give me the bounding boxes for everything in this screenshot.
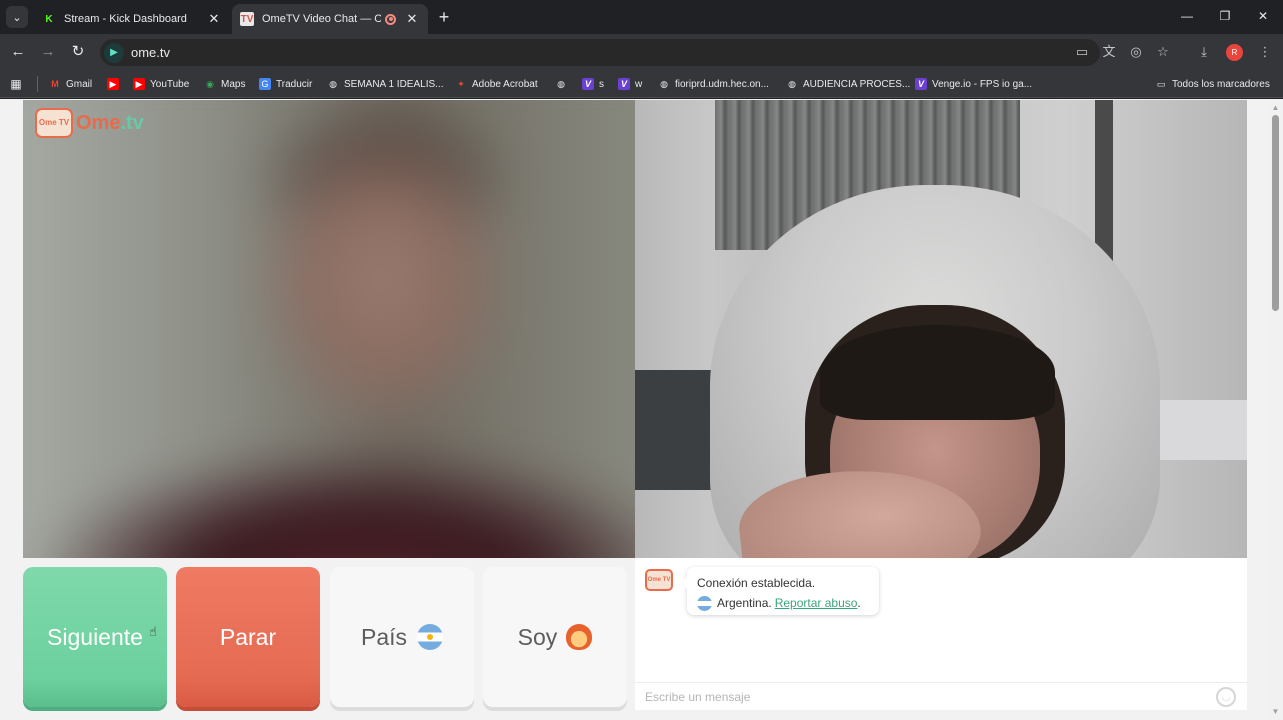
emoji-smile-icon[interactable]: ◡ [1216,687,1236,707]
country-row: Argentina. Reportar abuso . [697,593,869,613]
back-arrow-icon[interactable]: ← [8,42,28,62]
ometv-wordmark: Ome.tv [76,111,144,134]
chat-panel: Ome TV Conexión establecida. Argentina. … [635,558,1247,710]
ometv-logo[interactable]: Ome TV Ome.tv [35,108,144,138]
connection-status-text: Conexión establecida. [697,576,816,590]
country-name: Argentina. [717,596,772,610]
tab-kick-dashboard[interactable]: K Stream - Kick Dashboard ✕ [34,4,230,34]
page-viewport: Ome TV Ome.tv Siguiente ☝ Parar País Soy… [0,99,1283,720]
scroll-up-icon[interactable]: ▲ [1271,103,1280,112]
next-button[interactable]: Siguiente [23,567,167,707]
gender-button[interactable]: Soy [483,567,627,707]
argentina-flag-icon [697,595,712,611]
scroll-down-icon[interactable]: ▼ [1271,707,1280,716]
bookmark-semana[interactable]: ◍ SEMANA 1 IDEALIS... [327,75,443,93]
minimize-icon[interactable]: — [1169,6,1205,26]
bookmark-traducir[interactable]: G Traducir [259,75,312,93]
bookmark-gmail[interactable]: M Gmail [49,75,92,93]
tab-bar: ⌄ K Stream - Kick Dashboard ✕ TV OmeTV V… [0,0,1283,34]
eye-off-icon[interactable]: ◎ [1126,42,1146,62]
tab-title: OmeTV Video Chat — Ome [262,13,381,25]
venge-icon: V [618,78,630,90]
bookmark-audiencia[interactable]: ◍ AUDIENCIA PROCES... [786,75,910,93]
bookmark-venge[interactable]: V Venge.io - FPS io ga... [915,75,1032,93]
ometv-chat-avatar-icon: Ome TV [645,569,673,591]
report-suffix: . [857,596,861,610]
maps-pin-icon: ◉ [206,78,214,89]
browser-toolbar: ← → ↻ ▶ ome.tv ▭ 文 ◎ ☆ ⤓ R ⋮ [0,34,1283,70]
stranger-video: Ome TV Ome.tv [23,100,635,558]
bookmark-adobe-acrobat[interactable]: ✦ Adobe Acrobat [455,75,537,93]
country-button[interactable]: País [330,567,474,707]
hand-cursor-icon: ☝ [149,624,157,639]
scrollbar-thumb[interactable] [1272,115,1279,311]
address-bar[interactable]: ▶ ome.tv [100,39,1100,66]
bookmark-globe[interactable]: ◍ [555,75,572,93]
youtube-icon: ▶ [133,78,145,90]
apps-grid-icon[interactable]: ▦ [10,75,27,93]
page-scrollbar[interactable]: ▲ ▼ [1268,99,1283,720]
camera-site-icon[interactable]: ▶ [104,42,124,63]
profile-avatar[interactable]: R [1226,44,1243,61]
bookmark-w[interactable]: Vw [618,75,642,93]
ometv-logo-icon: Ome TV [35,108,73,138]
bookmarks-bar: ▦ M Gmail ▶ ▶ YouTube ◉ Maps G Traducir ◍ SEM… [0,70,1283,98]
tab-title: Stream - Kick Dashboard [64,13,187,25]
self-camera-video [635,100,1247,558]
bookmark-s[interactable]: Vs [582,75,604,93]
bookmark-fioriprd[interactable]: ◍ fioriprd.udm.hec.on... [658,75,769,93]
close-tab-icon[interactable]: ✕ [206,11,222,27]
all-bookmarks-folder[interactable]: ▭ Todos los marcadores [1155,75,1270,93]
reload-icon[interactable]: ↻ [68,42,88,62]
translate-icon[interactable]: 文 [1099,42,1119,62]
person-bangs [820,325,1055,420]
window-close-icon[interactable]: ✕ [1245,6,1281,26]
globe-icon: ◍ [660,78,668,89]
gmail-icon: M [51,79,59,89]
stop-button[interactable]: Parar [176,567,320,707]
new-tab-plus-icon[interactable]: + [434,7,454,27]
bookmark-youtube[interactable]: ▶ YouTube [133,75,189,93]
report-abuse-link[interactable]: Reportar abuso [775,593,858,613]
blurred-video-feed [23,100,635,558]
argentina-flag-icon [417,624,444,650]
girl-emoji-icon [566,624,593,650]
bookmarks-divider [37,76,38,92]
more-menu-icon[interactable]: ⋮ [1255,42,1275,62]
folder-icon: ▭ [1156,78,1166,89]
url-text[interactable]: ome.tv [131,45,170,60]
youtube-icon: ▶ [107,78,119,90]
bookmark-maps[interactable]: ◉ Maps [204,75,245,93]
globe-icon: ◍ [788,78,796,89]
download-icon[interactable]: ⤓ [1194,42,1214,62]
system-message: Conexión establecida. Argentina. Reporta… [681,567,879,615]
message-input[interactable] [645,689,1205,704]
forward-arrow-icon[interactable]: → [38,42,58,62]
tab-search-chevron-icon[interactable]: ⌄ [6,6,28,28]
venge-icon: V [915,78,927,90]
bookmark-youtube-icon-only[interactable]: ▶ [107,75,124,93]
close-tab-icon[interactable]: ✕ [404,11,420,27]
bookmark-star-icon[interactable]: ☆ [1153,42,1173,62]
globe-icon: ◍ [557,78,565,89]
recording-icon [385,13,396,25]
ometv-icon: TV [240,12,254,26]
kick-icon: K [45,13,53,25]
acrobat-icon: ✦ [457,78,465,89]
venge-icon: V [582,78,594,90]
tab-ometv[interactable]: TV OmeTV Video Chat — Ome ✕ [232,4,428,34]
cast-icon[interactable]: ▭ [1072,42,1092,62]
translate-icon: G [259,78,271,90]
globe-icon: ◍ [329,78,337,89]
restore-icon[interactable]: ❐ [1207,6,1243,26]
message-input-row: ◡ [635,682,1247,710]
